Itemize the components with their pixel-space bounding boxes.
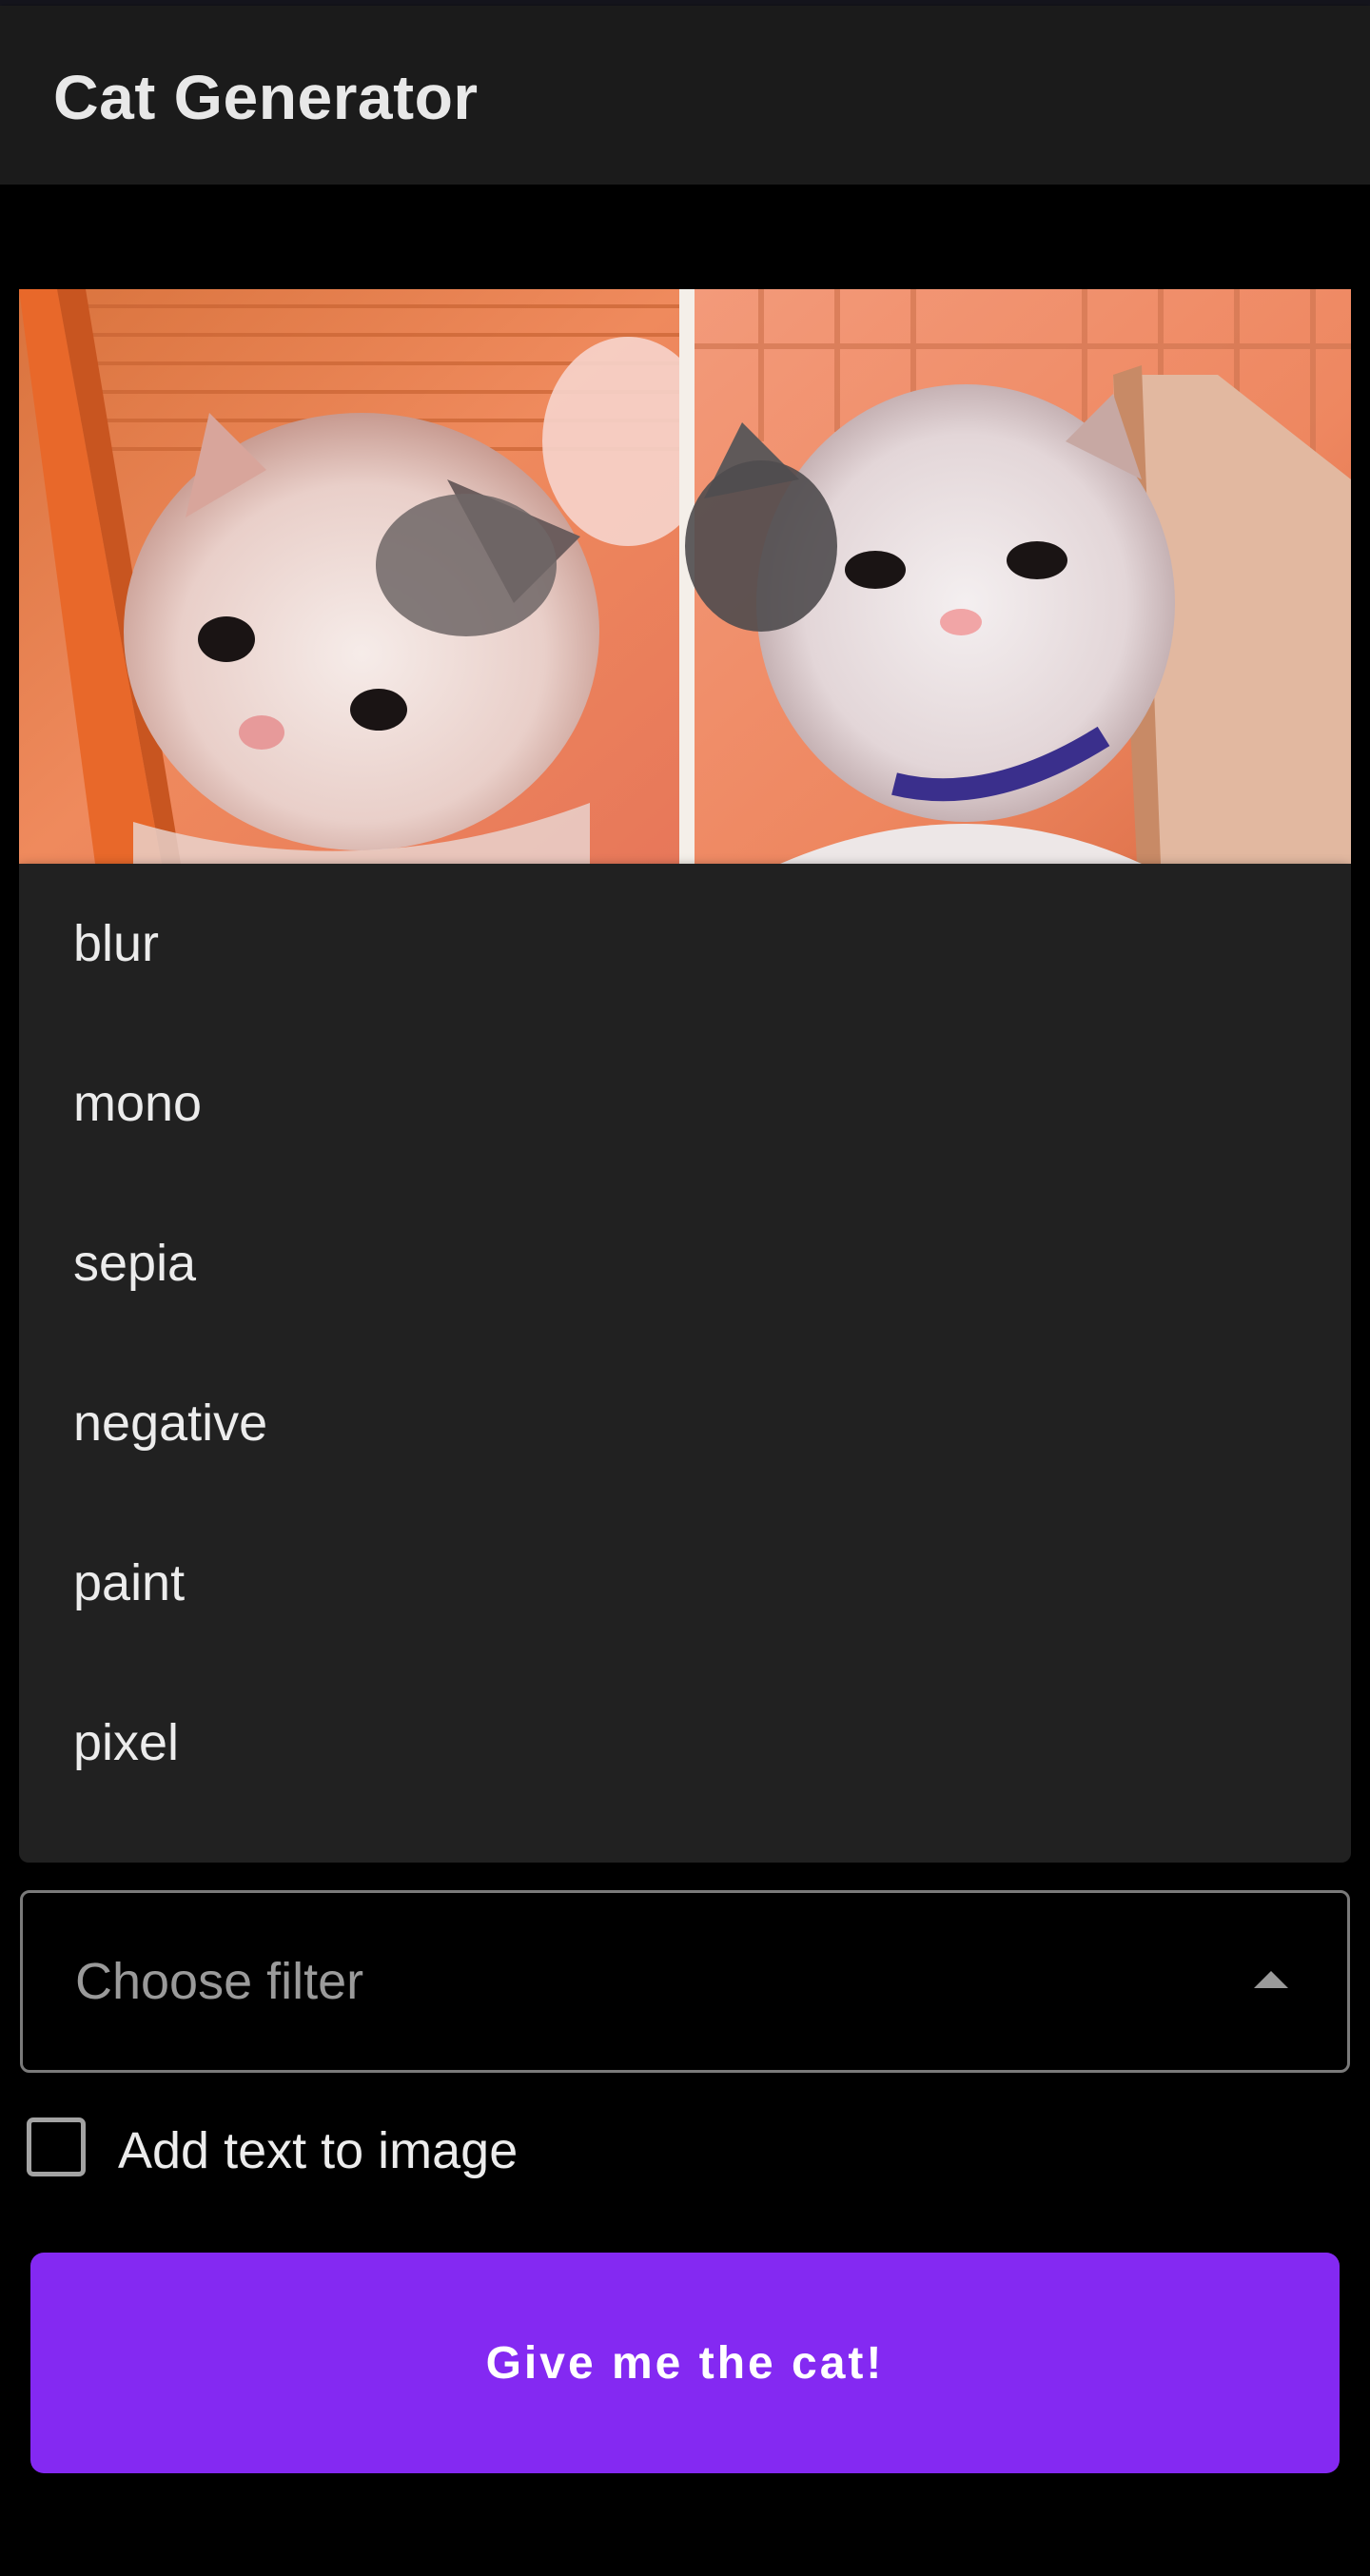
filter-select[interactable]: Choose filter bbox=[20, 1890, 1350, 2073]
filter-option-blur[interactable]: blur bbox=[19, 864, 1351, 1024]
give-me-the-cat-button[interactable]: Give me the cat! bbox=[30, 2253, 1340, 2473]
filter-option-paint[interactable]: paint bbox=[19, 1503, 1351, 1663]
filter-option-mono[interactable]: mono bbox=[19, 1024, 1351, 1183]
app-bar: Cat Generator bbox=[0, 6, 1370, 185]
filter-options-menu: blur mono sepia negative paint pixel bbox=[19, 864, 1351, 1863]
filter-option-negative[interactable]: negative bbox=[19, 1343, 1351, 1503]
filter-select-placeholder: Choose filter bbox=[75, 1953, 364, 2010]
filter-option-sepia[interactable]: sepia bbox=[19, 1183, 1351, 1343]
add-text-option[interactable]: Add text to image bbox=[27, 2114, 693, 2186]
app-title: Cat Generator bbox=[53, 62, 479, 132]
filter-option-pixel[interactable]: pixel bbox=[19, 1663, 1351, 1823]
add-text-label[interactable]: Add text to image bbox=[118, 2121, 518, 2180]
cat-preview-image bbox=[19, 289, 1351, 864]
add-text-checkbox[interactable] bbox=[27, 2117, 86, 2176]
caret-up-icon bbox=[1254, 1971, 1288, 1988]
cat-photo-image bbox=[19, 289, 1351, 864]
